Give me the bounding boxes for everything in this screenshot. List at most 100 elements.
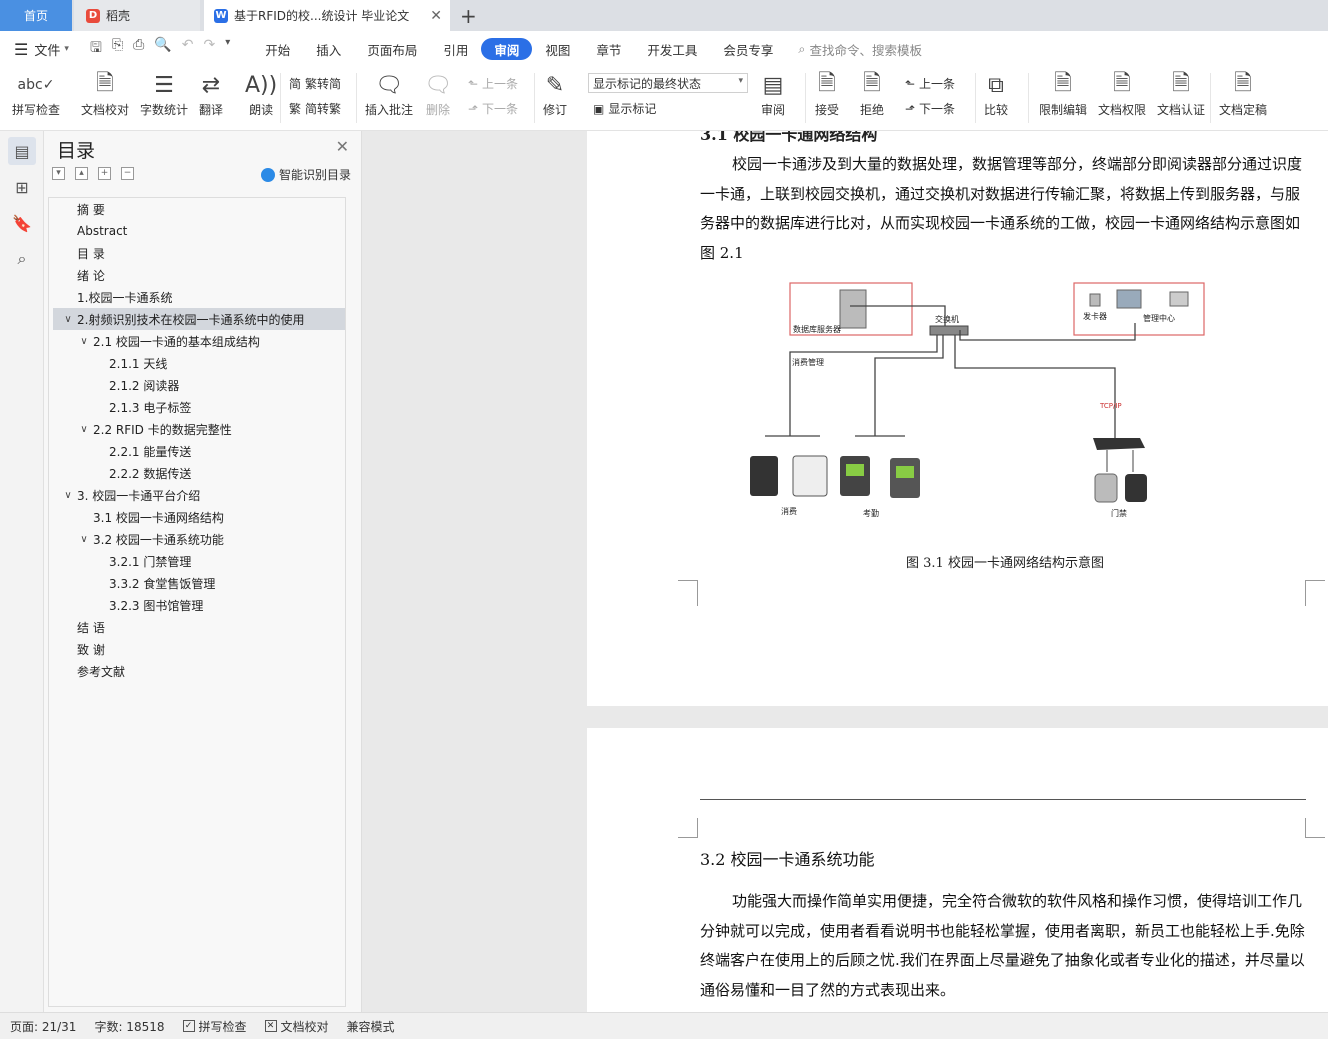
reject-button[interactable]: 🗎 拒绝 [860, 69, 884, 118]
tab-document[interactable]: W 基于RFID的校...统设计 毕业论文 ✕ [204, 0, 450, 31]
chevron-down-icon[interactable]: ∨ [61, 490, 75, 501]
menu-insert[interactable]: 插入 [303, 38, 354, 60]
toc-item[interactable]: 绪 论 [49, 264, 105, 286]
navigation-icon[interactable]: ⊞ [8, 173, 36, 201]
more-icon[interactable]: ▾ [225, 37, 230, 61]
toc-item[interactable]: 3.2.3 图书馆管理 [49, 594, 203, 616]
toc-panel-icon[interactable]: ▤ [8, 137, 36, 165]
toc-item[interactable]: 结 语 [49, 616, 105, 638]
tcpip-label: TCP/IP [1099, 402, 1122, 410]
close-tab-icon[interactable]: ✕ [430, 8, 442, 24]
markup-state-value: 显示标记的最终状态 [593, 76, 702, 91]
markup-state-select[interactable]: 显示标记的最终状态 ▾ [588, 73, 748, 93]
word-count-indicator[interactable]: 字数: 18518 [94, 1018, 164, 1035]
toc-item[interactable]: 参考文献 [49, 660, 125, 682]
doc-permissions-button[interactable]: 🗎 文档权限 [1098, 69, 1146, 118]
toc-item[interactable]: 2.2.2 数据传送 [49, 462, 191, 484]
doc-proofread-button[interactable]: 🗎 文档校对 [81, 69, 129, 118]
menu-bar: ☰ 文件 ▾ 🖫 ⎘ ⎙ 🔍 ↶ ↷ ▾ 开始 插入 页面布局 引用 审阅 视图… [0, 31, 1328, 67]
accept-button[interactable]: 🗎 接受 [815, 69, 839, 118]
toc-item[interactable]: ∨ 3. 校园一卡通平台介绍 [49, 484, 200, 506]
finalize-doc-button[interactable]: 🗎 文档定稿 [1219, 69, 1267, 118]
page-indicator[interactable]: 页面: 21/31 [10, 1018, 76, 1035]
prev-comment-button[interactable]: ⬑ 上一条 [468, 75, 518, 92]
toc-item-label: 2.2.2 数据传送 [109, 466, 192, 481]
permission-icon: 🗎 [1113, 71, 1131, 96]
toc-item[interactable]: Abstract [49, 220, 127, 242]
redo-icon[interactable]: ↷ [204, 37, 216, 61]
toc-item[interactable]: 2.1.3 电子标签 [49, 396, 191, 418]
pc-icon [1116, 289, 1142, 309]
toc-item[interactable]: ∨ 2.1 校园一卡通的基本组成结构 [49, 330, 260, 352]
print-icon[interactable]: ⎙ [133, 37, 144, 61]
smart-toc-button[interactable]: 智能识别目录 [260, 166, 351, 183]
menu-view[interactable]: 视图 [532, 38, 583, 60]
tab-home[interactable]: 首页 [0, 0, 72, 31]
trad-to-simp-button[interactable]: 简 繁转简 [289, 75, 341, 92]
toc-item[interactable]: 2.1.2 阅读器 [49, 374, 179, 396]
menu-references[interactable]: 引用 [430, 38, 481, 60]
next-comment-button[interactable]: ⬏ 下一条 [468, 100, 518, 117]
add-heading-icon[interactable]: + [98, 167, 111, 180]
undo-icon[interactable]: ↶ [182, 37, 194, 61]
spell-check-button[interactable]: abc✓ 拼写检查 [12, 69, 60, 118]
doc-certification-button[interactable]: 🗎 文档认证 [1157, 69, 1205, 118]
restrict-editing-button[interactable]: 🗎 限制编辑 [1039, 69, 1087, 118]
print-preview-icon[interactable]: 🔍 [154, 37, 171, 61]
review-pane-button[interactable]: ▤ 审阅 [761, 69, 785, 118]
remove-heading-icon[interactable]: − [121, 167, 134, 180]
toc-item[interactable]: 致 谢 [49, 638, 105, 660]
insert-comment-button[interactable]: 🗨 插入批注 [365, 69, 413, 118]
expand-all-icon[interactable]: ▾ [52, 167, 65, 180]
next-change-button[interactable]: ⬏ 下一条 [905, 100, 955, 117]
bookmark-icon[interactable]: 🔖 [8, 209, 36, 237]
translate-button[interactable]: ⇄ 翻译 [199, 69, 223, 118]
menu-review[interactable]: 审阅 [481, 38, 533, 60]
file-menu[interactable]: ☰ 文件 ▾ [0, 40, 90, 59]
menu-developer[interactable]: 开发工具 [634, 38, 710, 60]
proofread-status[interactable]: ✕ 文档校对 [264, 1018, 329, 1035]
toc-item[interactable]: 3.1 校园一卡通网络结构 [49, 506, 224, 528]
toc-item[interactable]: 3.2.1 门禁管理 [49, 550, 191, 572]
tab-daoke[interactable]: D 稻壳 [74, 0, 200, 31]
menu-member[interactable]: 会员专享 [710, 38, 786, 60]
export-pdf-icon[interactable]: ⎘ [112, 37, 123, 61]
toc-item[interactable]: ∨ 2.2 RFID 卡的数据完整性 [49, 418, 231, 440]
chevron-down-icon[interactable]: ∨ [77, 424, 91, 435]
card-reader-icon [1094, 473, 1118, 503]
toc-item-label: 结 语 [77, 620, 105, 635]
toc-item[interactable]: 2.2.1 能量传送 [49, 440, 191, 462]
save-icon[interactable]: 🖫 [90, 37, 102, 61]
paragraph: 校园一卡通涉及到大量的数据处理，数据管理等部分，终端部分即阅读器部分通过识度一卡… [700, 155, 1303, 262]
collapse-all-icon[interactable]: ▴ [75, 167, 88, 180]
toc-item[interactable]: 摘 要 [49, 198, 105, 220]
close-icon[interactable]: ✕ [336, 137, 349, 156]
search-icon: ⌕ [798, 41, 806, 56]
chevron-down-icon[interactable]: ∨ [61, 314, 75, 325]
track-changes-button[interactable]: ✎ 修订 [543, 69, 567, 118]
toc-item[interactable]: ∨ 2.射频识别技术在校园一卡通系统中的使用 [53, 308, 345, 330]
review-pane-icon: ▤ [762, 72, 784, 98]
simp-to-trad-button[interactable]: 繁 简转繁 [289, 100, 341, 117]
show-markup-button[interactable]: ▣ 显示标记 [593, 100, 656, 117]
chevron-down-icon[interactable]: ∨ [77, 534, 91, 545]
ribbon-divider [1210, 73, 1211, 123]
menu-start[interactable]: 开始 [252, 38, 303, 60]
word-count-button[interactable]: ☰ 字数统计 [140, 69, 188, 118]
new-tab-icon[interactable]: + [460, 4, 477, 28]
toc-item[interactable]: ∨ 3.2 校园一卡通系统功能 [49, 528, 224, 550]
toc-item[interactable]: 目 录 [49, 242, 105, 264]
search-icon[interactable]: ⌕ [8, 245, 36, 273]
compare-button[interactable]: ⧉ 比较 [984, 69, 1008, 118]
menu-page-layout[interactable]: 页面布局 [354, 38, 430, 60]
spell-check-status[interactable]: ✓ 拼写检查 [182, 1018, 247, 1035]
delete-comment-button[interactable]: 🗨 删除 [424, 69, 452, 118]
menu-section[interactable]: 章节 [583, 38, 634, 60]
prev-change-button[interactable]: ⬑ 上一条 [905, 75, 955, 92]
toc-item[interactable]: 3.3.2 食堂售饭管理 [49, 572, 215, 594]
toc-item[interactable]: 1.校园一卡通系统 [49, 286, 172, 308]
chevron-down-icon[interactable]: ∨ [77, 336, 91, 347]
read-aloud-button[interactable]: A)) 朗读 [245, 69, 277, 118]
command-search[interactable]: ⌕ 查找命令、搜索模板 [798, 40, 922, 59]
toc-item[interactable]: 2.1.1 天线 [49, 352, 167, 374]
